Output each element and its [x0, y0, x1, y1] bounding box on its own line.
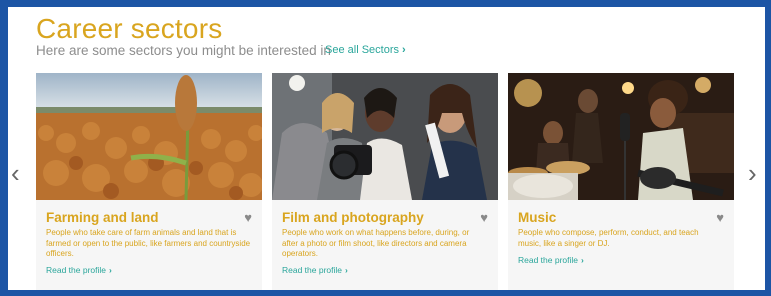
read-profile-label: Read the profile	[46, 265, 107, 275]
sector-card-farming[interactable]: Farming and land ♥ People who take care …	[36, 73, 262, 290]
card-title: Farming and land	[46, 210, 159, 225]
heart-icon[interactable]: ♥	[244, 210, 252, 225]
carousel-prev-arrow[interactable]: ‹	[11, 160, 20, 186]
read-profile-link[interactable]: Read the profile ›	[518, 255, 584, 265]
read-profile-link[interactable]: Read the profile ›	[282, 265, 348, 275]
card-description: People who work on what happens before, …	[282, 228, 470, 258]
card-title: Film and photography	[282, 210, 424, 225]
read-profile-label: Read the profile	[518, 255, 579, 265]
section-title: Career sectors	[36, 13, 223, 44]
card-description: People who compose, perform, conduct, an…	[518, 228, 699, 248]
read-profile-label: Read the profile	[282, 265, 343, 275]
card-description: People who take care of farm animals and…	[46, 228, 251, 258]
heart-icon[interactable]: ♥	[716, 210, 724, 225]
see-all-sectors-link[interactable]: See all Sectors ›	[325, 44, 406, 56]
career-sectors-panel: Career sectors Here are some sectors you…	[8, 7, 765, 290]
see-all-label: See all Sectors	[325, 44, 399, 56]
chevron-right-icon: ›	[345, 265, 348, 275]
card-title: Music	[518, 210, 557, 225]
carousel-next-arrow[interactable]: ›	[748, 160, 757, 186]
chevron-right-icon: ›	[581, 255, 584, 265]
read-profile-link[interactable]: Read the profile ›	[46, 265, 112, 275]
sector-card-film[interactable]: Film and photography ♥ People who work o…	[272, 73, 498, 290]
chevron-right-icon: ›	[401, 44, 406, 56]
music-image	[508, 73, 734, 200]
farming-image	[36, 73, 262, 200]
film-photography-image	[272, 73, 498, 200]
sector-card-music[interactable]: Music ♥ People who compose, perform, con…	[508, 73, 734, 290]
section-subtitle: Here are some sectors you might be inter…	[36, 43, 331, 58]
chevron-right-icon: ›	[109, 265, 112, 275]
heart-icon[interactable]: ♥	[480, 210, 488, 225]
